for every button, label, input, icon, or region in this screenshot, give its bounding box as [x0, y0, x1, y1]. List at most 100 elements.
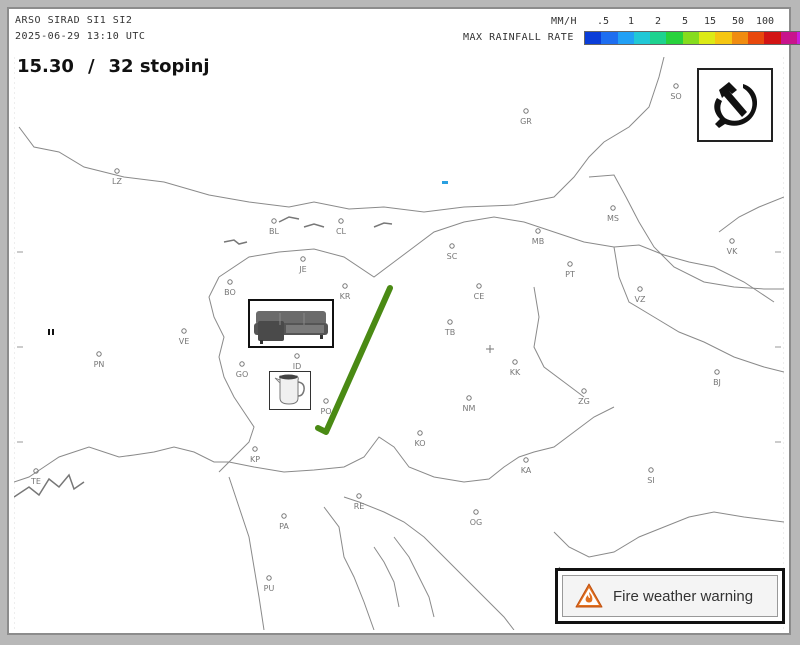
city-dot [673, 83, 679, 89]
city-marker-lz: LZ [112, 168, 122, 186]
city-dot [523, 457, 529, 463]
city-label: LZ [112, 177, 122, 186]
city-marker-zg: ZG [578, 388, 590, 406]
city-label: PN [94, 360, 105, 369]
city-marker-bj: BJ [713, 369, 721, 387]
city-label: TE [30, 477, 41, 486]
city-label: JE [298, 265, 306, 274]
city-marker-og: OG [470, 509, 483, 527]
scale-swatch [747, 32, 765, 44]
city-dot [181, 328, 187, 334]
city-label: NM [463, 404, 476, 413]
city-label: BO [224, 288, 236, 297]
scale-unit: MM/H [551, 16, 578, 27]
city-dot [271, 218, 277, 224]
city-marker-ve: VE [179, 328, 190, 346]
city-dot [512, 359, 518, 365]
radar-header: ARSO SIRAD SI1 SI2 2025-06-29 13:10 UTC … [9, 9, 800, 57]
check-mark-icon [315, 285, 393, 435]
city-dot [466, 395, 472, 401]
city-dot [294, 353, 300, 359]
header-title: ARSO SIRAD SI1 SI2 [15, 15, 133, 26]
scale-label: 15 [704, 16, 717, 27]
city-dot [581, 388, 587, 394]
city-label: SI [647, 476, 654, 485]
city-dot [417, 430, 423, 436]
city-dot [338, 218, 344, 224]
overlay-time: 15.30 [17, 56, 74, 77]
city-marker-pt: PT [565, 261, 575, 279]
scale-label: 50 [732, 16, 745, 27]
city-label: CE [474, 292, 485, 301]
city-label: GO [236, 370, 249, 379]
city-marker-pa: PA [279, 513, 289, 531]
city-dot [227, 279, 233, 285]
city-label: KO [414, 439, 425, 448]
city-marker-id: ID [293, 353, 302, 371]
city-label: OG [470, 518, 483, 527]
city-dot [473, 509, 479, 515]
scale-title: MAX RAINFALL RATE [463, 32, 574, 43]
city-dot [714, 369, 720, 375]
fire-weather-warning: Fire weather warning [562, 575, 778, 617]
scale-swatch [666, 32, 683, 44]
header-timestamp: 2025-06-29 13:10 UTC [15, 31, 146, 42]
scale-swatch [585, 32, 602, 44]
scale-swatch [699, 32, 716, 44]
city-dot [300, 256, 306, 262]
city-marker-ce: CE [474, 283, 485, 301]
city-dot [356, 493, 362, 499]
city-label: RE [354, 502, 365, 511]
city-marker-si: SI [647, 467, 655, 485]
city-label: KP [250, 455, 260, 464]
city-label: ID [293, 362, 302, 371]
scale-label: .5 [597, 16, 610, 27]
city-marker-re: RE [354, 493, 365, 511]
city-label: VE [179, 337, 190, 346]
city-marker-ms: MS [607, 205, 619, 223]
city-marker-bl: BL [269, 218, 280, 236]
city-label: BJ [713, 378, 721, 387]
city-label: PA [279, 522, 289, 531]
scale-swatch [682, 32, 700, 44]
city-dot [96, 351, 102, 357]
scale-swatch [617, 32, 634, 44]
city-dot [281, 513, 287, 519]
scale-label: 5 [682, 16, 689, 27]
city-marker-cl: CL [336, 218, 347, 236]
city-label: GR [520, 117, 532, 126]
city-label: TB [444, 328, 455, 337]
city-marker-vz: VZ [635, 286, 646, 304]
scale-swatch [764, 32, 781, 44]
city-label: PU [264, 584, 275, 593]
scale-label: 1 [628, 16, 635, 27]
city-marker-je: JE [298, 256, 307, 274]
city-dot [239, 361, 245, 367]
city-marker-so: SO [670, 83, 682, 101]
city-dot [610, 205, 616, 211]
city-marker-sc: SC [447, 243, 458, 261]
fire-warning-label: Fire weather warning [613, 587, 754, 605]
scale-swatch [780, 32, 797, 44]
jug-image [269, 371, 311, 410]
city-label: VK [727, 247, 738, 256]
city-marker-go: GO [236, 361, 249, 379]
city-label: SC [447, 252, 458, 261]
city-marker-te: TE [30, 468, 41, 486]
city-dot [523, 108, 529, 114]
city-marker-kp: KP [250, 446, 260, 464]
city-dot [252, 446, 258, 452]
city-dot [637, 286, 643, 292]
city-label: MS [607, 214, 619, 223]
city-label: KA [521, 466, 532, 475]
fire-warning-icon [575, 583, 603, 608]
rainfall-color-scale [584, 31, 800, 45]
city-marker-ka: KA [521, 457, 532, 475]
scale-swatch [731, 32, 748, 44]
city-dot [114, 168, 120, 174]
city-label: SO [670, 92, 681, 101]
scale-swatch [650, 32, 667, 44]
city-dot [447, 319, 453, 325]
city-dot [648, 467, 654, 473]
city-dot [476, 283, 482, 289]
